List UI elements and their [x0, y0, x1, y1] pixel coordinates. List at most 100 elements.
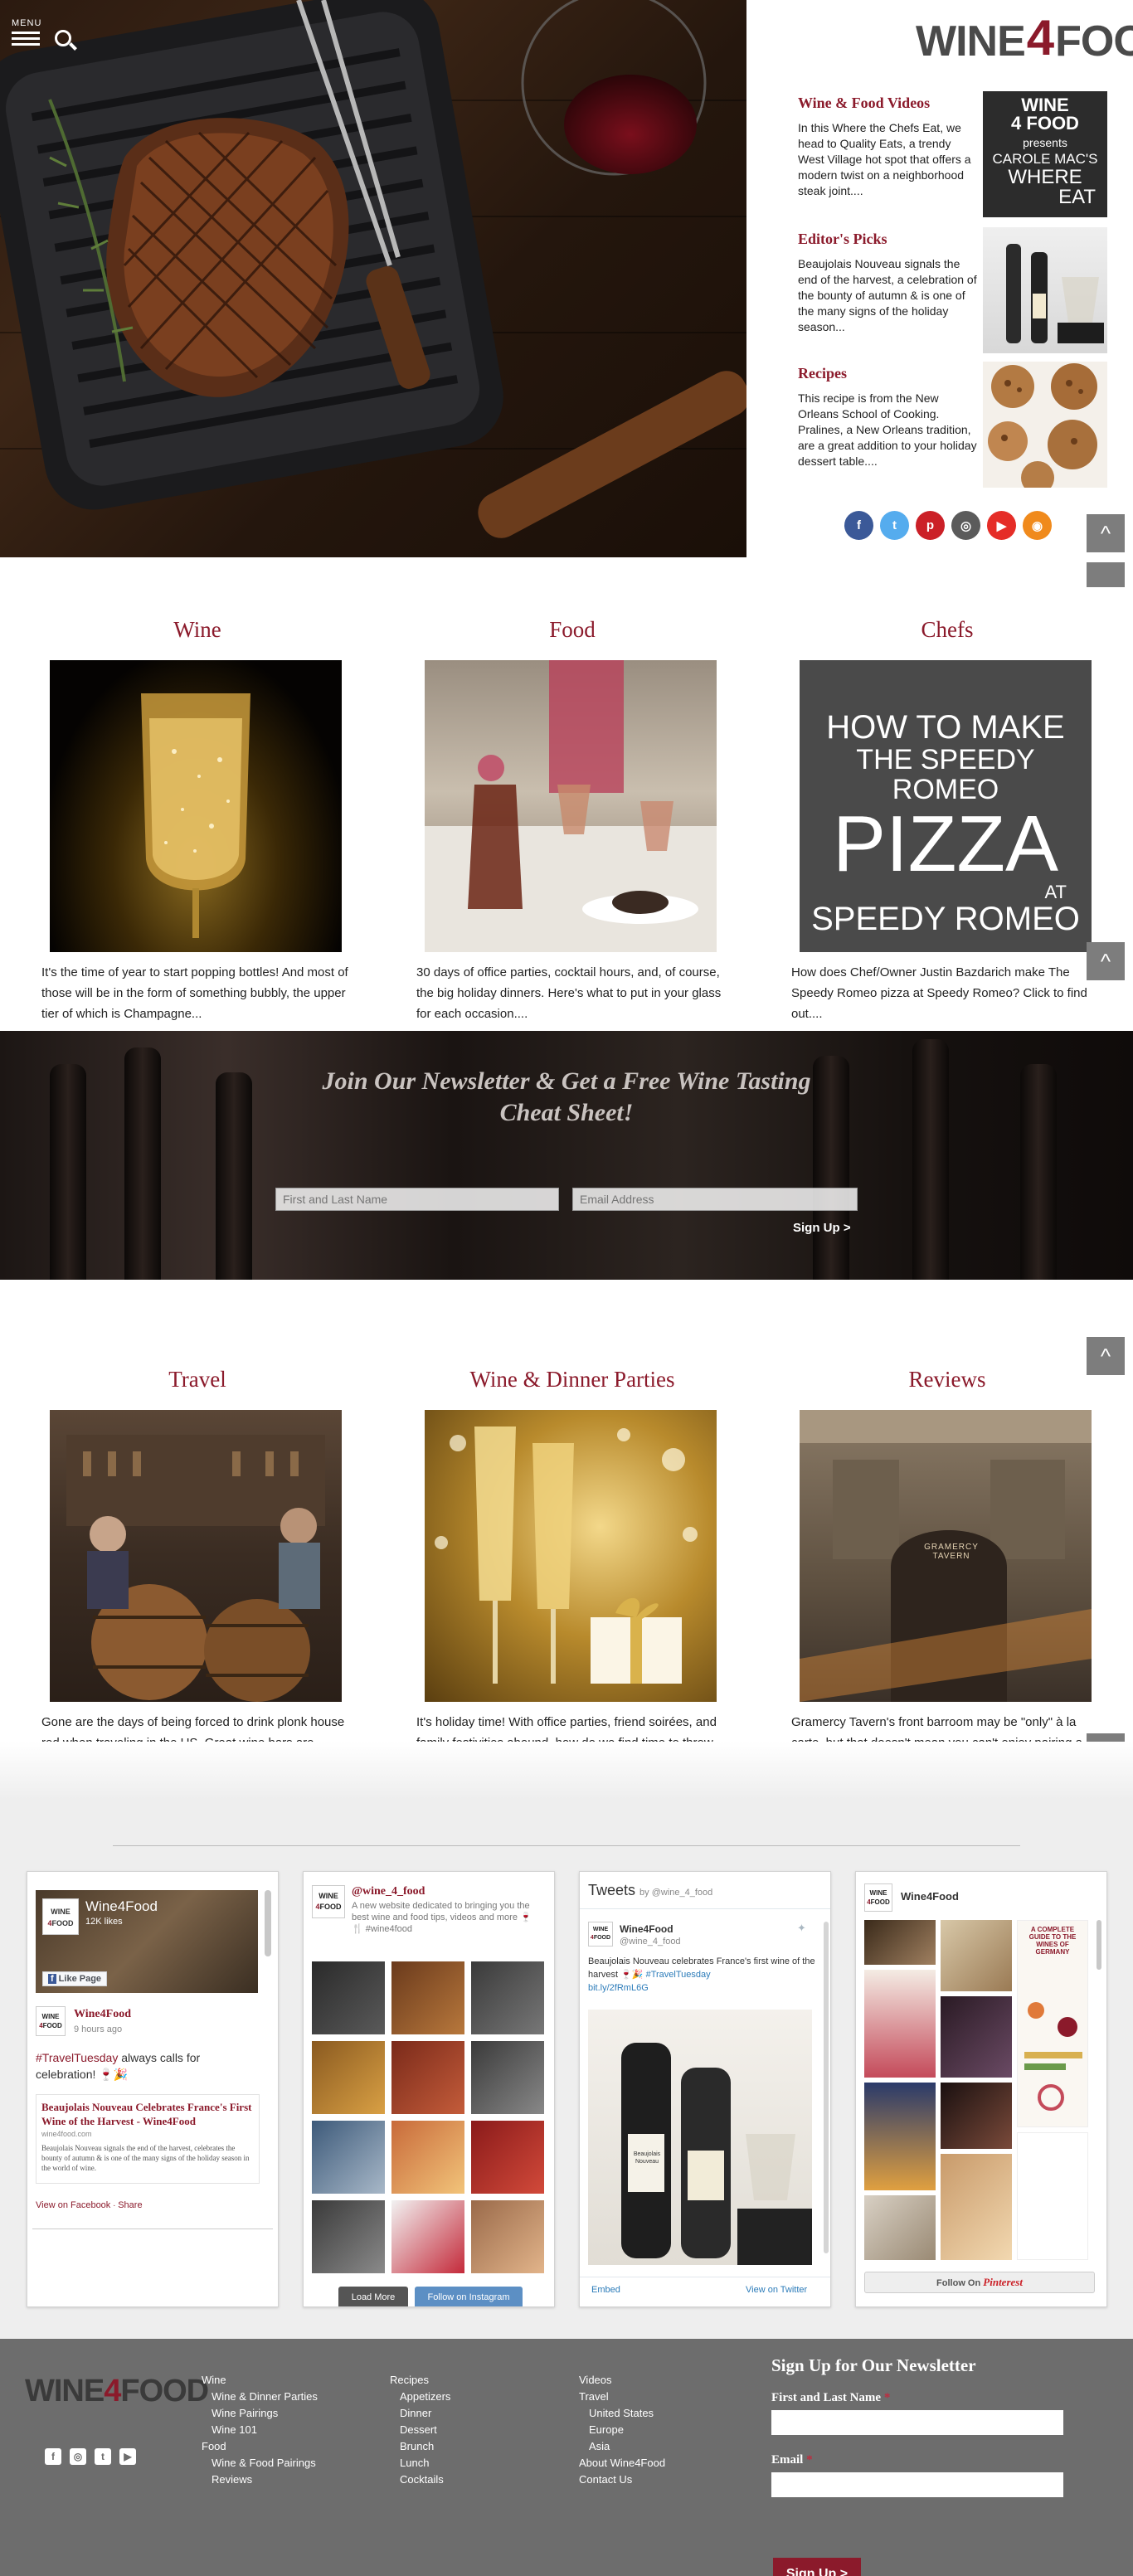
- twitter-icon[interactable]: t: [880, 511, 909, 540]
- category-reviews-image[interactable]: GRAMERCY TAVERN: [800, 1410, 1092, 1702]
- instagram-photo[interactable]: [471, 2200, 544, 2273]
- pinterest-follow-button[interactable]: Follow On Pinterest: [864, 2272, 1095, 2293]
- category-wine-image[interactable]: [50, 660, 342, 952]
- instagram-load-more-button[interactable]: Load More: [338, 2287, 408, 2306]
- pinterest-pin[interactable]: [864, 1970, 936, 2078]
- pinterest-pin[interactable]: [941, 1920, 1012, 1991]
- category-food-title[interactable]: Food: [415, 617, 730, 643]
- pinterest-pin[interactable]: [864, 2083, 936, 2190]
- twitter-author[interactable]: Wine4Food: [620, 1923, 673, 1935]
- footer-link[interactable]: Brunch: [390, 2438, 450, 2455]
- scroll-up-tab-2[interactable]: ^: [1087, 942, 1125, 980]
- instagram-photo[interactable]: [391, 1961, 464, 2034]
- instagram-photo[interactable]: [312, 2200, 385, 2273]
- category-travel-image[interactable]: [50, 1410, 342, 1702]
- footer-facebook-icon[interactable]: f: [45, 2448, 61, 2465]
- footer-link[interactable]: About Wine4Food: [579, 2455, 665, 2472]
- pinterest-pin[interactable]: [864, 1920, 936, 1965]
- footer-twitter-icon[interactable]: t: [95, 2448, 111, 2465]
- footer-instagram-icon[interactable]: ◎: [70, 2448, 86, 2465]
- instagram-photo[interactable]: [312, 2041, 385, 2114]
- pinterest-pin[interactable]: [1017, 2132, 1088, 2260]
- rss-icon[interactable]: ◉: [1023, 511, 1052, 540]
- instagram-follow-button[interactable]: Follow on Instagram: [415, 2287, 523, 2306]
- instagram-photo[interactable]: [312, 1961, 385, 2034]
- footer-logo[interactable]: WINE4FOOD: [25, 2374, 209, 2409]
- scroll-up-tab[interactable]: ^: [1087, 514, 1125, 552]
- category-parties-title[interactable]: Wine & Dinner Parties: [415, 1367, 730, 1392]
- footer-name-input[interactable]: [771, 2410, 1063, 2435]
- newsletter-email-input[interactable]: [572, 1188, 858, 1211]
- pinterest-icon[interactable]: p: [916, 511, 945, 540]
- footer-link[interactable]: Food: [202, 2438, 318, 2455]
- editors-picks-thumb[interactable]: [983, 227, 1107, 353]
- view-on-twitter-link[interactable]: View on Twitter: [746, 2285, 807, 2295]
- view-on-facebook-link[interactable]: View on Facebook: [36, 2200, 110, 2210]
- footer-link[interactable]: Wine 101: [202, 2422, 318, 2438]
- instagram-photo[interactable]: [471, 1961, 544, 2034]
- footer-link[interactable]: Lunch: [390, 2455, 450, 2472]
- footer-link[interactable]: Cocktails: [390, 2472, 450, 2488]
- footer-link[interactable]: United States: [579, 2405, 665, 2422]
- featured-videos-thumb[interactable]: WINE 4 FOOD presents CAROLE MAC'S WHERE …: [983, 91, 1107, 217]
- search-icon[interactable]: [55, 30, 78, 53]
- footer-link[interactable]: Videos: [579, 2372, 665, 2389]
- instagram-handle[interactable]: @wine_4_food: [352, 1885, 425, 1898]
- twitter-tweet-link[interactable]: bit.ly/2fRmL6G: [588, 1981, 816, 1995]
- footer-link[interactable]: Europe: [579, 2422, 665, 2438]
- instagram-photo[interactable]: [312, 2121, 385, 2194]
- facebook-link-card[interactable]: Beaujolais Nouveau Celebrates France's F…: [36, 2094, 260, 2184]
- pinterest-name[interactable]: Wine4Food: [901, 1890, 959, 1903]
- newsletter-name-input[interactable]: [275, 1188, 559, 1211]
- footer-email-input[interactable]: [771, 2472, 1063, 2497]
- category-food-image[interactable]: [425, 660, 717, 952]
- category-wine-title[interactable]: Wine: [40, 617, 355, 643]
- menu-button[interactable]: MENU: [12, 18, 45, 51]
- category-chefs-image[interactable]: HOW TO MAKE THE SPEEDY ROMEO PIZZA AT SP…: [800, 660, 1092, 952]
- footer-link[interactable]: Recipes: [390, 2372, 450, 2389]
- twitter-embed-link[interactable]: Embed: [591, 2285, 620, 2295]
- instagram-photo[interactable]: [471, 2121, 544, 2194]
- footer-link[interactable]: Appetizers: [390, 2389, 450, 2405]
- footer-link[interactable]: Dinner: [390, 2405, 450, 2422]
- facebook-share-link[interactable]: Share: [118, 2200, 142, 2210]
- footer-link[interactable]: Reviews: [202, 2472, 318, 2488]
- footer-link[interactable]: Contact Us: [579, 2472, 665, 2488]
- footer-link[interactable]: Asia: [579, 2438, 665, 2455]
- facebook-like-button[interactable]: f Like Page: [42, 1971, 108, 1986]
- scroll-up-tab-3[interactable]: ^: [1087, 1337, 1125, 1375]
- twitter-scrollbar[interactable]: [824, 1922, 829, 2253]
- site-logo[interactable]: WINE 4 FOOD: [916, 10, 1133, 66]
- instagram-icon[interactable]: ◎: [951, 511, 980, 540]
- youtube-icon[interactable]: ▶: [987, 511, 1016, 540]
- footer-link[interactable]: Wine & Dinner Parties: [202, 2389, 318, 2405]
- footer-signup-button[interactable]: Sign Up >: [773, 2558, 861, 2576]
- pinterest-pin-infographic[interactable]: A COMPLETE GUIDE TO THE WINES OF GERMANY: [1017, 1920, 1088, 2127]
- category-chefs-title[interactable]: Chefs: [790, 617, 1105, 643]
- pinterest-scrollbar[interactable]: [1097, 1920, 1101, 1970]
- category-parties-image[interactable]: [425, 1410, 717, 1702]
- pinterest-pin[interactable]: [941, 2083, 1012, 2149]
- footer-link[interactable]: Travel: [579, 2389, 665, 2405]
- instagram-photo[interactable]: [391, 2121, 464, 2194]
- twitter-tweet-image[interactable]: Beaujolais Nouveau: [588, 2010, 812, 2265]
- recipes-thumb[interactable]: [983, 362, 1107, 494]
- footer-link[interactable]: Wine Pairings: [202, 2405, 318, 2422]
- footer-link[interactable]: Wine: [202, 2372, 318, 2389]
- instagram-photo[interactable]: [391, 2200, 464, 2273]
- facebook-scrollbar[interactable]: [265, 1890, 271, 1956]
- side-tab-blank[interactable]: [1087, 562, 1125, 587]
- category-travel-title[interactable]: Travel: [40, 1367, 355, 1392]
- facebook-post-author[interactable]: Wine4Food: [74, 2008, 131, 2021]
- footer-youtube-icon[interactable]: ▶: [119, 2448, 136, 2465]
- facebook-icon[interactable]: f: [844, 511, 873, 540]
- footer-link[interactable]: Wine & Food Pairings: [202, 2455, 318, 2472]
- footer-link[interactable]: Dessert: [390, 2422, 450, 2438]
- pinterest-pin[interactable]: [941, 2154, 1012, 2260]
- pinterest-pin[interactable]: [941, 1996, 1012, 2078]
- newsletter-submit-button[interactable]: Sign Up >: [793, 1221, 851, 1235]
- pinterest-pin[interactable]: [864, 2195, 936, 2260]
- category-reviews-title[interactable]: Reviews: [790, 1367, 1105, 1392]
- facebook-cover[interactable]: WINE 4FOOD Wine4Food 12K likes f Like Page: [36, 1890, 258, 1993]
- instagram-photo[interactable]: [471, 2041, 544, 2114]
